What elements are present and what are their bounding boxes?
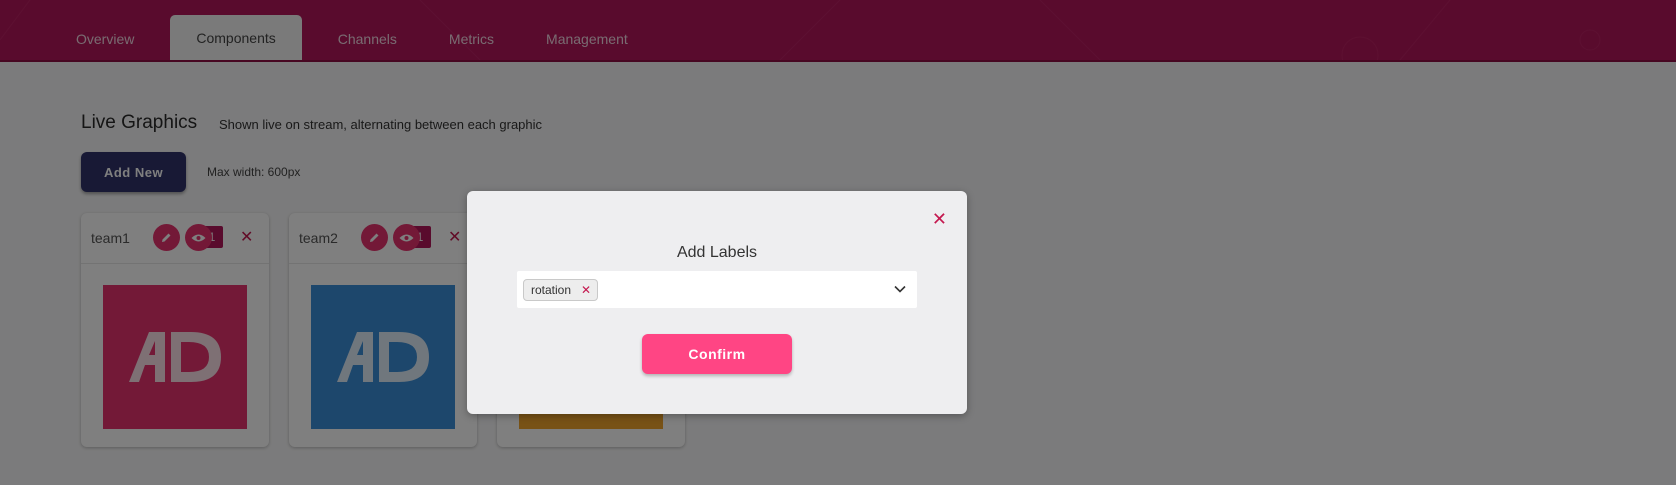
add-labels-dialog: ✕ Add Labels rotation ✕ Confirm [467, 191, 967, 414]
close-icon[interactable]: ✕ [932, 209, 947, 230]
confirm-button[interactable]: Confirm [642, 334, 792, 374]
chevron-down-icon[interactable] [893, 282, 907, 296]
labels-select[interactable]: rotation ✕ [517, 271, 917, 308]
remove-label-icon[interactable]: ✕ [581, 283, 591, 297]
dialog-title: Add Labels [676, 244, 758, 261]
label-chip: rotation ✕ [523, 279, 599, 301]
label-chip-text: rotation [531, 283, 572, 297]
